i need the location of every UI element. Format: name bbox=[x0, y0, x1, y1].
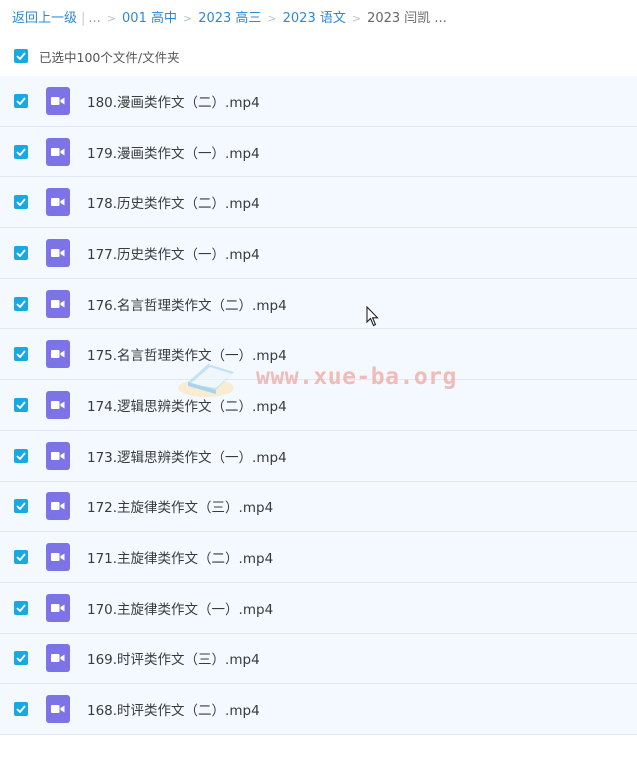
video-file-icon bbox=[46, 238, 70, 267]
file-name[interactable]: 177.历史类作文（一）.mp4 bbox=[87, 243, 260, 263]
video-file-icon bbox=[46, 441, 70, 470]
file-checkbox[interactable] bbox=[14, 550, 28, 565]
file-row[interactable]: 170.主旋律类作文（一）.mp4 bbox=[0, 582, 637, 634]
file-list: 180.漫画类作文（二）.mp4 179.漫画类作文（一）.mp4 178.历史类作… bbox=[0, 76, 637, 735]
chevron-right-icon: > bbox=[351, 12, 362, 25]
file-row[interactable]: 179.漫画类作文（一）.mp4 bbox=[0, 126, 637, 178]
select-all-bar: 已选中100个文件/文件夹 bbox=[0, 44, 637, 68]
file-row[interactable]: 177.历史类作文（一）.mp4 bbox=[0, 228, 637, 279]
check-icon bbox=[16, 604, 26, 612]
breadcrumb: 返回上一级 | ... > 001 高中 > 2023 高三 > 2023 语文… bbox=[12, 10, 447, 28]
file-name[interactable]: 172.主旋律类作文（三）.mp4 bbox=[87, 496, 273, 516]
video-file-icon bbox=[46, 188, 70, 217]
file-checkbox[interactable] bbox=[14, 347, 28, 362]
file-name[interactable]: 170.主旋律类作文（一）.mp4 bbox=[87, 598, 273, 618]
file-checkbox[interactable] bbox=[14, 702, 28, 717]
check-icon bbox=[16, 52, 26, 60]
check-icon bbox=[16, 553, 26, 562]
breadcrumb-item[interactable]: 2023 高三 bbox=[198, 10, 261, 28]
check-icon bbox=[16, 401, 26, 409]
file-row[interactable]: 174.逻辑思辨类作文（二）.mp4 bbox=[0, 380, 637, 431]
mouse-cursor-icon bbox=[366, 306, 379, 327]
video-file-icon bbox=[46, 390, 70, 419]
file-row[interactable]: 176.名言哲理类作文（二）.mp4 bbox=[0, 278, 637, 330]
video-file-icon bbox=[46, 695, 70, 724]
chevron-right-icon: > bbox=[182, 12, 193, 25]
file-row[interactable]: 172.主旋律类作文（三）.mp4 bbox=[0, 481, 637, 533]
file-name[interactable]: 174.逻辑思辨类作文（二）.mp4 bbox=[87, 395, 287, 415]
video-file-icon bbox=[46, 543, 70, 572]
file-checkbox[interactable] bbox=[14, 296, 28, 311]
file-checkbox[interactable] bbox=[14, 195, 28, 210]
video-file-icon bbox=[46, 137, 70, 166]
check-icon bbox=[16, 350, 26, 359]
file-checkbox[interactable] bbox=[14, 600, 28, 615]
check-icon bbox=[16, 97, 26, 105]
select-all-checkbox[interactable] bbox=[14, 49, 28, 63]
breadcrumb-ellipsis[interactable]: ... bbox=[88, 10, 100, 28]
file-row[interactable]: 180.漫画类作文（二）.mp4 bbox=[0, 76, 637, 127]
video-file-icon bbox=[46, 492, 70, 521]
file-checkbox[interactable] bbox=[14, 245, 28, 260]
check-icon bbox=[16, 300, 26, 308]
breadcrumb-current: 2023 闫凯 ... bbox=[367, 11, 447, 26]
video-file-icon bbox=[46, 593, 70, 622]
video-file-icon bbox=[46, 289, 70, 318]
video-file-icon bbox=[46, 86, 70, 115]
file-name[interactable]: 179.漫画类作文（一）.mp4 bbox=[87, 142, 260, 162]
file-row[interactable]: 178.历史类作文（二）.mp4 bbox=[0, 177, 637, 229]
file-checkbox[interactable] bbox=[14, 499, 28, 514]
check-icon bbox=[16, 705, 26, 714]
file-checkbox[interactable] bbox=[14, 93, 28, 108]
check-icon bbox=[16, 654, 26, 663]
file-checkbox[interactable] bbox=[14, 651, 28, 666]
check-icon bbox=[16, 502, 26, 511]
file-name[interactable]: 171.主旋律类作文（二）.mp4 bbox=[87, 547, 273, 567]
file-name[interactable]: 168.时评类作文（二）.mp4 bbox=[87, 699, 260, 719]
file-row[interactable]: 173.逻辑思辨类作文（一）.mp4 bbox=[0, 430, 637, 482]
check-icon bbox=[16, 249, 26, 257]
file-checkbox[interactable] bbox=[14, 144, 28, 159]
file-checkbox[interactable] bbox=[14, 397, 28, 412]
check-icon bbox=[16, 147, 26, 156]
file-row[interactable]: 175.名言哲理类作文（一）.mp4 bbox=[0, 329, 637, 381]
breadcrumb-item[interactable]: 001 高中 bbox=[122, 10, 177, 28]
check-icon bbox=[16, 198, 26, 207]
file-row[interactable]: 171.主旋律类作文（二）.mp4 bbox=[0, 532, 637, 583]
file-row[interactable]: 168.时评类作文（二）.mp4 bbox=[0, 684, 637, 735]
video-file-icon bbox=[46, 644, 70, 673]
back-link[interactable]: 返回上一级 bbox=[12, 10, 77, 28]
selection-count-label: 已选中100个文件/文件夹 bbox=[39, 49, 180, 65]
check-icon bbox=[16, 452, 26, 460]
breadcrumb-item[interactable]: 2023 语文 bbox=[283, 10, 346, 28]
file-name[interactable]: 178.历史类作文（二）.mp4 bbox=[87, 192, 260, 212]
video-file-icon bbox=[46, 340, 70, 369]
breadcrumb-divider: | bbox=[81, 11, 86, 26]
file-name[interactable]: 180.漫画类作文（二）.mp4 bbox=[87, 91, 260, 111]
file-name[interactable]: 169.时评类作文（三）.mp4 bbox=[87, 648, 260, 668]
file-name[interactable]: 176.名言哲理类作文（二）.mp4 bbox=[87, 294, 287, 314]
file-name[interactable]: 175.名言哲理类作文（一）.mp4 bbox=[87, 344, 287, 364]
file-row[interactable]: 169.时评类作文（三）.mp4 bbox=[0, 633, 637, 685]
chevron-right-icon: > bbox=[106, 12, 117, 25]
file-checkbox[interactable] bbox=[14, 448, 28, 463]
file-name[interactable]: 173.逻辑思辨类作文（一）.mp4 bbox=[87, 446, 287, 466]
chevron-right-icon: > bbox=[267, 12, 277, 25]
